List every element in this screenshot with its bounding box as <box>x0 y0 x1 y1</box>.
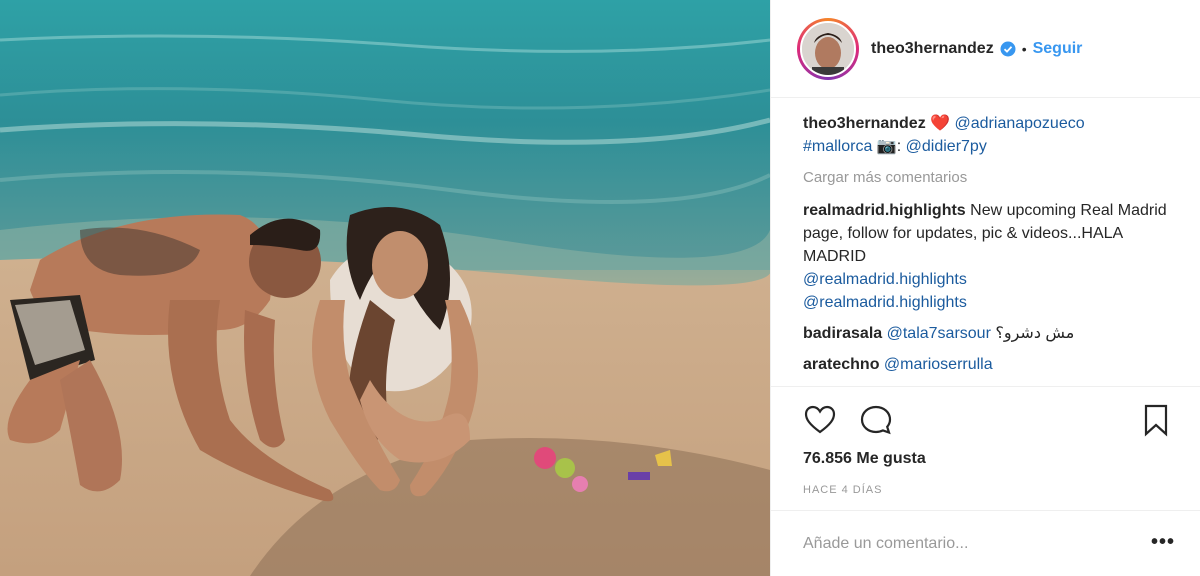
action-bar <box>771 386 1200 446</box>
post-header: theo3hernandez • Seguir <box>771 0 1200 98</box>
post-author-username[interactable]: theo3hernandez <box>871 40 994 58</box>
post-timestamp[interactable]: HACE 4 DÍAS <box>803 484 882 496</box>
heart-emoji: ❤️ <box>930 115 951 132</box>
comment-item: aratechno @marioserrulla <box>803 353 1173 376</box>
verified-badge-icon <box>1000 41 1016 56</box>
post-details-panel: theo3hernandez • Seguir theo3hernandez ❤… <box>770 0 1200 576</box>
comment-item: badirasala @tala7sarsour مش دشرو؟ <box>803 322 1173 345</box>
beach-scene <box>0 0 770 576</box>
comment-mention[interactable]: @realmadrid.highlights <box>803 271 967 288</box>
caption-author[interactable]: theo3hernandez <box>803 115 926 132</box>
comment-mention[interactable]: @marioserrulla <box>884 356 993 373</box>
caption-hashtag[interactable]: #mallorca <box>803 138 872 155</box>
header-separator: • <box>1021 40 1027 57</box>
caption: theo3hernandez ❤️ @adrianapozueco #mallo… <box>803 112 1173 158</box>
more-options-icon[interactable]: ••• <box>1151 531 1175 554</box>
add-comment-bar: ••• <box>771 510 1200 576</box>
speech-bubble-icon[interactable] <box>859 403 893 437</box>
comment-item: realmadrid.highlights New upcoming Real … <box>803 199 1173 314</box>
bookmark-icon[interactable] <box>1139 403 1173 437</box>
caption-mention[interactable]: @adrianapozueco <box>955 115 1085 132</box>
camera-emoji: 📷: <box>876 138 902 155</box>
comment-mention[interactable]: @tala7sarsour <box>887 325 991 342</box>
load-more-comments[interactable]: Cargar más comentarios <box>803 166 1173 189</box>
comment-input[interactable] <box>803 531 1123 557</box>
post-photo[interactable] <box>0 0 770 576</box>
comment-author[interactable]: aratechno <box>803 356 879 373</box>
comments-list[interactable]: theo3hernandez ❤️ @adrianapozueco #mallo… <box>803 112 1173 386</box>
follow-button[interactable]: Seguir <box>1033 40 1083 58</box>
caption-photographer-mention[interactable]: @didier7py <box>906 138 987 155</box>
comment-author[interactable]: badirasala <box>803 325 882 342</box>
avatar-story-ring[interactable] <box>797 17 859 80</box>
avatar[interactable] <box>800 20 856 77</box>
comment-mention[interactable]: @realmadrid.highlights <box>803 294 967 311</box>
comment-text: مش دشرو؟ <box>995 325 1075 342</box>
comment-author[interactable]: realmadrid.highlights <box>803 202 966 219</box>
heart-outline-icon[interactable] <box>803 403 837 437</box>
avatar-portrait <box>802 22 854 75</box>
likes-count[interactable]: 76.856 Me gusta <box>803 450 926 468</box>
